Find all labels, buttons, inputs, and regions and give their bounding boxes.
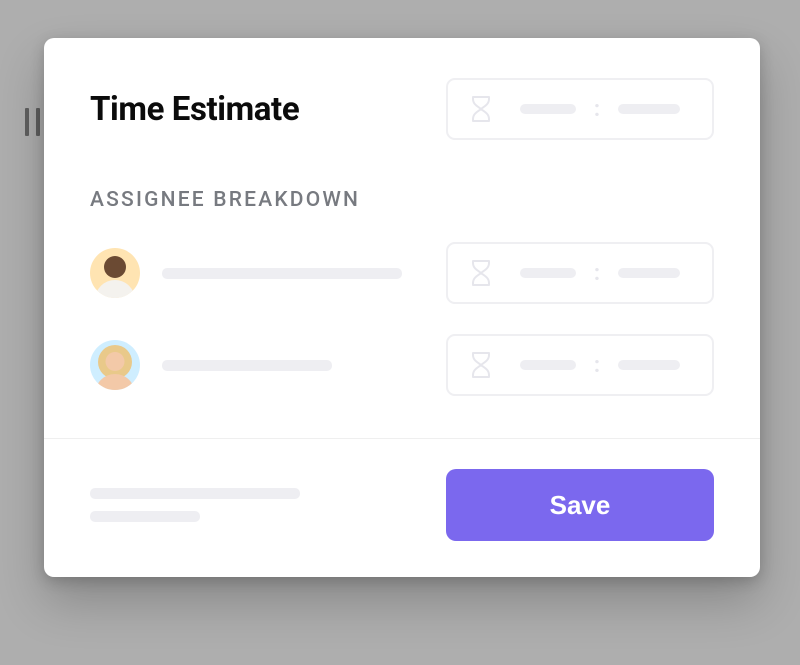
assignee-name — [162, 268, 402, 279]
drag-handle[interactable] — [25, 108, 40, 136]
hourglass-icon — [470, 94, 492, 124]
total-time-input[interactable]: : — [446, 78, 714, 140]
card-title: Time Estimate — [90, 90, 299, 129]
minutes-placeholder[interactable] — [618, 360, 680, 370]
avatar[interactable] — [90, 248, 140, 298]
save-button[interactable]: Save — [446, 469, 714, 541]
assignee-info — [90, 340, 332, 390]
footer-line — [90, 488, 300, 499]
hours-placeholder[interactable] — [520, 104, 576, 114]
assignee-time-input[interactable]: : — [446, 334, 714, 396]
minutes-placeholder[interactable] — [618, 104, 680, 114]
hours-placeholder[interactable] — [520, 360, 576, 370]
assignee-row: : — [90, 334, 714, 396]
time-segments: : — [510, 353, 690, 378]
drag-handle-bar — [25, 108, 29, 136]
assignee-info — [90, 248, 402, 298]
time-separator: : — [594, 97, 600, 122]
drag-handle-bar — [36, 108, 40, 136]
assignee-time-input[interactable]: : — [446, 242, 714, 304]
time-separator: : — [594, 353, 600, 378]
card-body: Time Estimate : ASSIGNEE BREAKDOWN — [44, 38, 760, 396]
footer-note — [90, 488, 300, 522]
time-segments: : — [510, 261, 690, 286]
breakdown-heading: ASSIGNEE BREAKDOWN — [90, 188, 714, 212]
time-estimate-card: Time Estimate : ASSIGNEE BREAKDOWN — [44, 38, 760, 577]
assignee-name — [162, 360, 332, 371]
header-row: Time Estimate : — [90, 78, 714, 140]
minutes-placeholder[interactable] — [618, 268, 680, 278]
hours-placeholder[interactable] — [520, 268, 576, 278]
card-footer: Save — [44, 438, 760, 577]
hourglass-icon — [470, 350, 492, 380]
assignee-row: : — [90, 242, 714, 304]
avatar[interactable] — [90, 340, 140, 390]
time-separator: : — [594, 261, 600, 286]
time-segments: : — [510, 97, 690, 122]
footer-line — [90, 511, 200, 522]
hourglass-icon — [470, 258, 492, 288]
